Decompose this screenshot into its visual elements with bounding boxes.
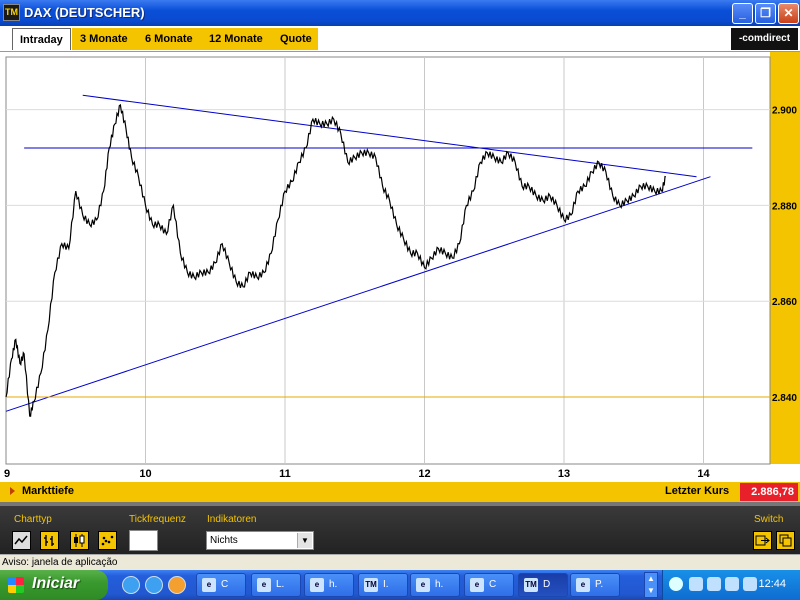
ohlc-chart-icon[interactable] [40, 531, 59, 550]
markttiefe-bar: Markttiefe Letzter Kurs 2.886,78 [0, 482, 800, 502]
taskbar-button[interactable]: e L. [251, 573, 301, 597]
update-icon[interactable] [743, 577, 757, 591]
taskbar-scroll-button[interactable]: ▲ ▼ [644, 572, 658, 598]
y-tick-label: 2.840 [772, 393, 797, 404]
point-chart-icon[interactable] [98, 531, 117, 550]
candlestick-chart-icon[interactable] [70, 531, 89, 550]
taskbar-button[interactable]: e P. [570, 573, 620, 597]
minimize-button[interactable]: _ [732, 3, 753, 24]
indikatoren-select[interactable]: Nichts ▼ [206, 531, 314, 550]
tab-quote[interactable]: Quote [273, 28, 319, 50]
taskbar-button[interactable]: e h. [410, 573, 460, 597]
plot-frame [5, 56, 771, 465]
browser-window-icon: e [202, 578, 216, 592]
tickfrequenz-label: Tickfrequenz [129, 514, 186, 525]
close-button[interactable]: ✕ [778, 3, 799, 24]
taskbar-button-label: h. [329, 579, 338, 590]
tickfrequenz-input[interactable] [129, 530, 158, 551]
quicklaunch-ie-icon[interactable] [122, 576, 140, 594]
taskbar-button-label: L. [276, 579, 285, 590]
browser-window-icon: e [576, 578, 590, 592]
x-tick-label: 13 [558, 468, 570, 480]
app-window-icon: TM [524, 578, 538, 592]
taskbar-button-label: C [221, 579, 229, 590]
clock: 12:44 [758, 578, 786, 590]
y-tick-label: 2.900 [772, 106, 797, 117]
markttiefe-label[interactable]: Markttiefe [22, 485, 74, 497]
browser-window-icon: e [310, 578, 324, 592]
network-icon[interactable] [689, 577, 703, 591]
quicklaunch-media-icon[interactable] [168, 576, 186, 594]
indikatoren-label: Indikatoren [207, 514, 257, 525]
window-title: DAX (DEUTSCHER) [24, 5, 145, 20]
start-label: Iniciar [32, 575, 80, 592]
tab-12-monate[interactable]: 12 Monate [202, 28, 270, 50]
x-tick-label: 14 [697, 468, 710, 480]
tray-arrow-icon[interactable] [669, 577, 683, 591]
security-icon[interactable] [725, 577, 739, 591]
taskbar-button-label: C [489, 579, 497, 590]
app-icon: TM [3, 4, 20, 21]
x-tick-label: 9 [4, 468, 10, 480]
app-window-icon: TM [364, 578, 378, 592]
line-chart-icon[interactable] [12, 531, 31, 550]
title-bar[interactable]: TM DAX (DEUTSCHER) _ ❐ ✕ [0, 0, 800, 26]
restore-button[interactable]: ❐ [755, 3, 776, 24]
start-button[interactable]: Iniciar [0, 570, 108, 600]
taskbar-button-label: I. [383, 579, 389, 590]
indikatoren-value: Nichts [210, 535, 238, 546]
volume-icon[interactable] [707, 577, 721, 591]
status-bar: Aviso: janela de aplicação [0, 554, 800, 570]
browser-window-icon: e [470, 578, 484, 592]
x-tick-label: 12 [418, 468, 430, 480]
chart-area[interactable]: 2.840 2.860 2.880 2.900 9 10 11 12 13 14 [0, 52, 800, 482]
taskbar-button-label: D [543, 579, 551, 590]
letzter-kurs-label: Letzter Kurs [665, 485, 730, 497]
intraday-chart[interactable]: 2.840 2.860 2.880 2.900 9 10 11 12 13 14 [0, 52, 800, 482]
taskbar-button[interactable]: eC [464, 573, 514, 597]
system-tray: 12:44 [662, 570, 800, 600]
tab-bar: Intraday 3 Monate 6 Monate 12 Monate Quo… [0, 26, 800, 52]
x-tick-label: 10 [139, 468, 151, 480]
browser-window-icon: e [416, 578, 430, 592]
y-tick-label: 2.860 [772, 297, 797, 308]
taskbar-button-label: P. [595, 579, 604, 590]
switch-label: Switch [754, 514, 784, 525]
taskbar-button[interactable]: eC [196, 573, 246, 597]
tab-6-monate[interactable]: 6 Monate [138, 28, 200, 50]
taskbar: Iniciar e Ce L. e h. TM I. e h. e C TM De P. ▲ ▼ 12:44 [0, 570, 800, 600]
expand-arrow-icon[interactable] [10, 487, 15, 495]
windows-flag-icon [8, 577, 24, 593]
switch-forward-icon[interactable] [753, 531, 772, 550]
tab-intraday[interactable]: Intraday [12, 28, 71, 50]
charttyp-label: Charttyp [14, 514, 52, 525]
taskbar-button[interactable]: TM D [518, 573, 568, 597]
browser-window-icon: e [257, 578, 271, 592]
taskbar-button[interactable]: TM I. [358, 573, 408, 597]
taskbar-button[interactable]: e h. [304, 573, 354, 597]
y-tick-label: 2.880 [772, 201, 797, 212]
taskbar-button-label: h. [435, 579, 444, 590]
tab-3-monate[interactable]: 3 Monate [73, 28, 135, 50]
x-tick-label: 11 [279, 468, 291, 480]
letzter-kurs-value: 2.886,78 [740, 483, 798, 501]
dropdown-arrow-icon[interactable]: ▼ [297, 533, 312, 548]
chart-toolbar: Charttyp Tickfrequenz Indikatoren Nichts… [0, 502, 800, 554]
switch-window-icon[interactable] [776, 531, 795, 550]
quicklaunch-browser-icon[interactable] [145, 576, 163, 594]
comdirect-logo: -comdirect [731, 28, 798, 50]
